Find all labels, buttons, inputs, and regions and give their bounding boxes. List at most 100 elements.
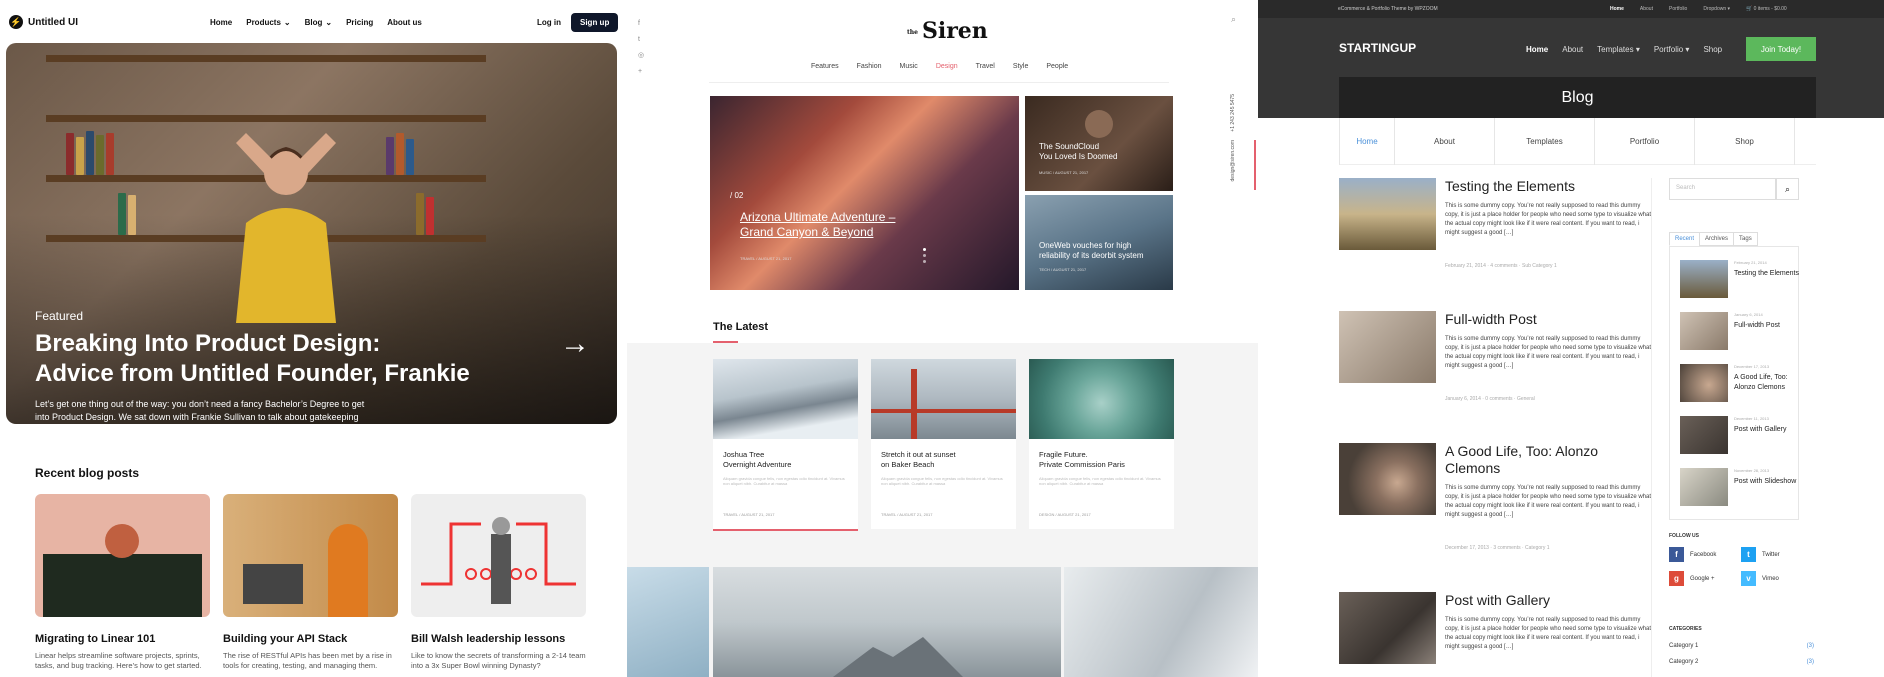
- menu-item[interactable]: Music: [900, 63, 918, 70]
- arrow-right-icon[interactable]: →: [560, 327, 590, 361]
- top-link[interactable]: Dropdown ▾: [1703, 6, 1730, 12]
- post-title[interactable]: Full-width Post: [1445, 311, 1655, 328]
- post-card[interactable]: Joshua Tree Overnight Adventure Aliquam g…: [713, 359, 858, 531]
- sub-nav-item[interactable]: Portfolio: [1595, 118, 1695, 165]
- recent-thumbnail: [1680, 312, 1728, 350]
- card-excerpt: Aliquam gravida congue felis, non egesta…: [1039, 476, 1161, 486]
- cart-link[interactable]: 🛒 0 items - $0.00: [1746, 6, 1787, 12]
- post-title[interactable]: Post with Gallery: [1445, 592, 1655, 609]
- top-link[interactable]: About: [1640, 6, 1653, 12]
- post-thumbnail[interactable]: [1339, 178, 1436, 250]
- slider-dots[interactable]: [923, 248, 926, 263]
- search-input[interactable]: Search: [1669, 178, 1776, 200]
- side-post-title[interactable]: The SoundCloud You Loved Is Doomed: [1039, 142, 1117, 162]
- widget-tab[interactable]: Tags: [1733, 232, 1758, 246]
- menu-item[interactable]: Shop: [1703, 45, 1722, 54]
- blog-card[interactable]: Bill Walsh leadership lessons Like to kn…: [411, 494, 586, 671]
- top-link[interactable]: Portfolio: [1669, 6, 1687, 12]
- blog-card[interactable]: Building your API Stack The rise of REST…: [223, 494, 398, 671]
- site-logo[interactable]: the Siren: [907, 18, 988, 44]
- contact-email[interactable]: design@siren.com: [1230, 140, 1236, 181]
- post-title[interactable]: A Good Life, Too: Alonzo Clemons: [1445, 443, 1655, 477]
- vimeo-link[interactable]: v Vimeo: [1741, 571, 1779, 586]
- hero-title[interactable]: Arizona Ultimate Adventure – Grand Canyo…: [740, 210, 895, 240]
- twitter-link[interactable]: t Twitter: [1741, 547, 1780, 562]
- recent-title[interactable]: A Good Life, Too: Alonzo Clemons: [1734, 373, 1800, 393]
- category-name: Category 2: [1669, 659, 1699, 665]
- recent-date: February 21, 2014: [1734, 260, 1767, 265]
- category-item[interactable]: Category 2 (3): [1669, 659, 1814, 665]
- side-post[interactable]: OneWeb vouches for high reliability of i…: [1025, 195, 1173, 290]
- login-link[interactable]: Log in: [537, 18, 561, 27]
- recent-title[interactable]: Testing the Elements: [1734, 269, 1800, 279]
- sub-nav-item[interactable]: Home: [1339, 118, 1395, 165]
- featured-hero[interactable]: Featured Breaking Into Product Design: A…: [6, 43, 617, 424]
- nav-about[interactable]: About us: [387, 18, 422, 27]
- menu-item[interactable]: Fashion: [857, 63, 882, 70]
- post-thumbnail[interactable]: [1339, 443, 1436, 515]
- menu-item[interactable]: Travel: [976, 63, 995, 70]
- join-button[interactable]: Join Today!: [1746, 37, 1816, 61]
- menu-item[interactable]: About: [1562, 45, 1583, 54]
- menu-item[interactable]: Portfolio ▾: [1654, 45, 1690, 54]
- menu-item[interactable]: Home: [1526, 45, 1548, 54]
- sub-nav-item[interactable]: About: [1395, 118, 1495, 165]
- widget-tab[interactable]: Archives: [1699, 232, 1735, 246]
- category-item[interactable]: Category 1 (3): [1669, 643, 1814, 649]
- brand-logo[interactable]: ⚡ Untitled UI: [9, 15, 78, 29]
- card-excerpt: Aliquam gravida congue felis, non egesta…: [723, 476, 845, 486]
- nav-products[interactable]: Products ⌄: [246, 18, 290, 27]
- monitor-shape: [43, 554, 202, 617]
- side-post[interactable]: The SoundCloud You Loved Is Doomed MUSIC…: [1025, 96, 1173, 191]
- signup-button[interactable]: Sign up: [571, 13, 619, 32]
- facebook-icon[interactable]: f: [638, 16, 644, 32]
- post-thumbnail[interactable]: [1339, 592, 1436, 664]
- slider-dot[interactable]: [923, 260, 926, 263]
- sub-nav-item[interactable]: Shop: [1695, 118, 1795, 165]
- blog-card[interactable]: Migrating to Linear 101 Linear helps str…: [35, 494, 210, 671]
- recent-title[interactable]: Post with Gallery: [1734, 425, 1800, 435]
- slider-dot[interactable]: [923, 248, 926, 251]
- top-link[interactable]: Home: [1610, 6, 1624, 12]
- recent-title[interactable]: Full-width Post: [1734, 321, 1800, 331]
- nav-home[interactable]: Home: [210, 18, 232, 27]
- hero-title[interactable]: Breaking Into Product Design: Advice fro…: [35, 329, 515, 389]
- menu-item[interactable]: Features: [811, 63, 839, 70]
- book: [406, 139, 414, 175]
- brand-name[interactable]: STARTINGUP: [1339, 41, 1416, 55]
- card-title[interactable]: Stretch it out at sunset on Baker Beach: [881, 450, 1006, 470]
- twitter-icon[interactable]: t: [638, 32, 644, 48]
- search-icon[interactable]: ⌕: [1776, 178, 1799, 200]
- post-thumbnail[interactable]: [1339, 311, 1436, 383]
- widget-tab[interactable]: Recent: [1669, 232, 1701, 246]
- logo-text: Siren: [921, 18, 988, 44]
- more-icon[interactable]: +: [638, 64, 644, 80]
- nav-blog[interactable]: Blog ⌄: [305, 18, 332, 27]
- contact-phone[interactable]: +1 243 245 5475: [1230, 94, 1236, 132]
- post-card[interactable]: Stretch it out at sunset on Baker Beach A…: [871, 359, 1016, 529]
- sub-nav-item[interactable]: Templates: [1495, 118, 1595, 165]
- card-title[interactable]: Migrating to Linear 101: [35, 633, 210, 645]
- card-title[interactable]: Fragile Future. Private Commission Paris: [1039, 450, 1164, 470]
- card-title[interactable]: Building your API Stack: [223, 633, 398, 645]
- slider-dot[interactable]: [923, 254, 926, 257]
- hero-post[interactable]: / 02 Arizona Ultimate Adventure – Grand …: [710, 96, 1019, 290]
- menu-item[interactable]: Templates ▾: [1597, 45, 1640, 54]
- google-plus-link[interactable]: g Google +: [1669, 571, 1715, 586]
- menu-item[interactable]: Style: [1013, 63, 1029, 70]
- card-title[interactable]: Bill Walsh leadership lessons: [411, 633, 586, 645]
- hero-title-line1: Breaking Into Product Design:: [35, 330, 381, 357]
- menu-item-active[interactable]: Design: [936, 63, 958, 70]
- post-title[interactable]: Testing the Elements: [1445, 178, 1655, 195]
- post-card[interactable]: Fragile Future. Private Commission Paris …: [1029, 359, 1174, 529]
- category-count: (3): [1806, 643, 1814, 649]
- recent-title[interactable]: Post with Slideshow: [1734, 477, 1800, 487]
- post-excerpt: This is some dummy copy. You’re not real…: [1445, 336, 1652, 369]
- instagram-icon[interactable]: ◎: [638, 48, 644, 64]
- card-title[interactable]: Joshua Tree Overnight Adventure: [723, 450, 848, 470]
- side-post-title[interactable]: OneWeb vouches for high reliability of i…: [1039, 241, 1143, 261]
- facebook-link[interactable]: f Facebook: [1669, 547, 1716, 562]
- search-icon[interactable]: ⌕: [1231, 14, 1236, 25]
- nav-pricing[interactable]: Pricing: [346, 18, 373, 27]
- menu-item[interactable]: People: [1046, 63, 1068, 70]
